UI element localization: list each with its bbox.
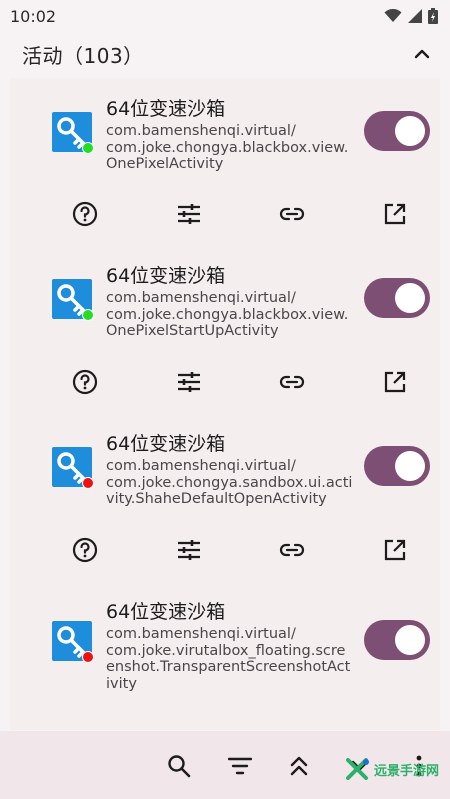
signal-icon — [408, 9, 422, 23]
help-icon — [72, 201, 98, 227]
toggle-knob — [395, 625, 425, 655]
toggle-knob — [395, 451, 425, 481]
app-icon — [52, 279, 94, 321]
section-header[interactable]: 活动（103） — [0, 32, 450, 76]
search-icon — [168, 755, 191, 778]
open-in-new-icon — [384, 203, 406, 225]
action-row — [10, 197, 440, 231]
action-row — [10, 365, 440, 399]
link-button[interactable] — [275, 197, 309, 231]
enable-toggle[interactable] — [364, 446, 430, 486]
tune-button[interactable] — [172, 365, 206, 399]
status-dot — [82, 651, 94, 663]
app-name: 64位变速沙箱 — [106, 98, 226, 120]
watermark: 远景手游网 — [346, 758, 439, 780]
open-button[interactable] — [378, 197, 412, 231]
link-icon — [279, 543, 305, 557]
help-icon — [72, 537, 98, 563]
link-icon — [279, 207, 305, 221]
status-icons — [384, 8, 438, 24]
watermark-text: 远景手游网 — [374, 763, 440, 779]
link-button[interactable] — [275, 533, 309, 567]
help-button[interactable] — [68, 197, 102, 231]
chevron-up-icon[interactable] — [412, 44, 432, 64]
section-title: 活动（103） — [22, 43, 144, 68]
status-dot — [82, 477, 94, 489]
toggle-knob — [395, 116, 425, 146]
app-icon — [52, 447, 94, 489]
search-button[interactable] — [162, 749, 196, 783]
open-in-new-icon — [384, 539, 406, 561]
status-dot — [82, 309, 94, 321]
status-time: 10:02 — [10, 6, 57, 26]
help-button[interactable] — [68, 365, 102, 399]
component-name: com.bamenshenqi.virtual/ com.joke.chongy… — [106, 123, 349, 172]
wifi-icon — [384, 9, 402, 22]
activity-list: 64位变速沙箱 com.bamenshenqi.virtual/ com.jok… — [10, 78, 440, 730]
tune-icon — [178, 372, 200, 392]
enable-toggle[interactable] — [364, 620, 430, 660]
link-icon — [279, 375, 305, 389]
enable-toggle[interactable] — [364, 278, 430, 318]
component-name: com.bamenshenqi.virtual/ com.joke.viruta… — [106, 626, 351, 692]
tune-icon — [178, 540, 200, 560]
component-name: com.bamenshenqi.virtual/ com.joke.chongy… — [106, 458, 353, 507]
help-icon — [72, 369, 98, 395]
app-icon — [52, 621, 94, 663]
tune-button[interactable] — [172, 533, 206, 567]
filter-icon — [228, 757, 252, 775]
tune-button[interactable] — [172, 197, 206, 231]
status-dot — [82, 142, 94, 154]
battery-icon — [428, 8, 438, 24]
open-button[interactable] — [378, 533, 412, 567]
component-name: com.bamenshenqi.virtual/ com.joke.chongy… — [106, 290, 349, 339]
app-name: 64位变速沙箱 — [106, 601, 226, 623]
enable-toggle[interactable] — [364, 111, 430, 151]
collapse-all-icon — [290, 756, 308, 776]
open-in-new-icon — [384, 371, 406, 393]
tune-icon — [178, 204, 200, 224]
app-icon — [52, 112, 94, 154]
app-name: 64位变速沙箱 — [106, 265, 226, 287]
collapse-all-button[interactable] — [282, 749, 316, 783]
watermark-logo-icon — [346, 758, 369, 780]
action-row — [10, 533, 440, 567]
open-button[interactable] — [378, 365, 412, 399]
app-name: 64位变速沙箱 — [106, 433, 226, 455]
toggle-knob — [395, 283, 425, 313]
status-bar: 10:02 — [0, 0, 450, 32]
filter-button[interactable] — [223, 749, 257, 783]
link-button[interactable] — [275, 365, 309, 399]
help-button[interactable] — [68, 533, 102, 567]
